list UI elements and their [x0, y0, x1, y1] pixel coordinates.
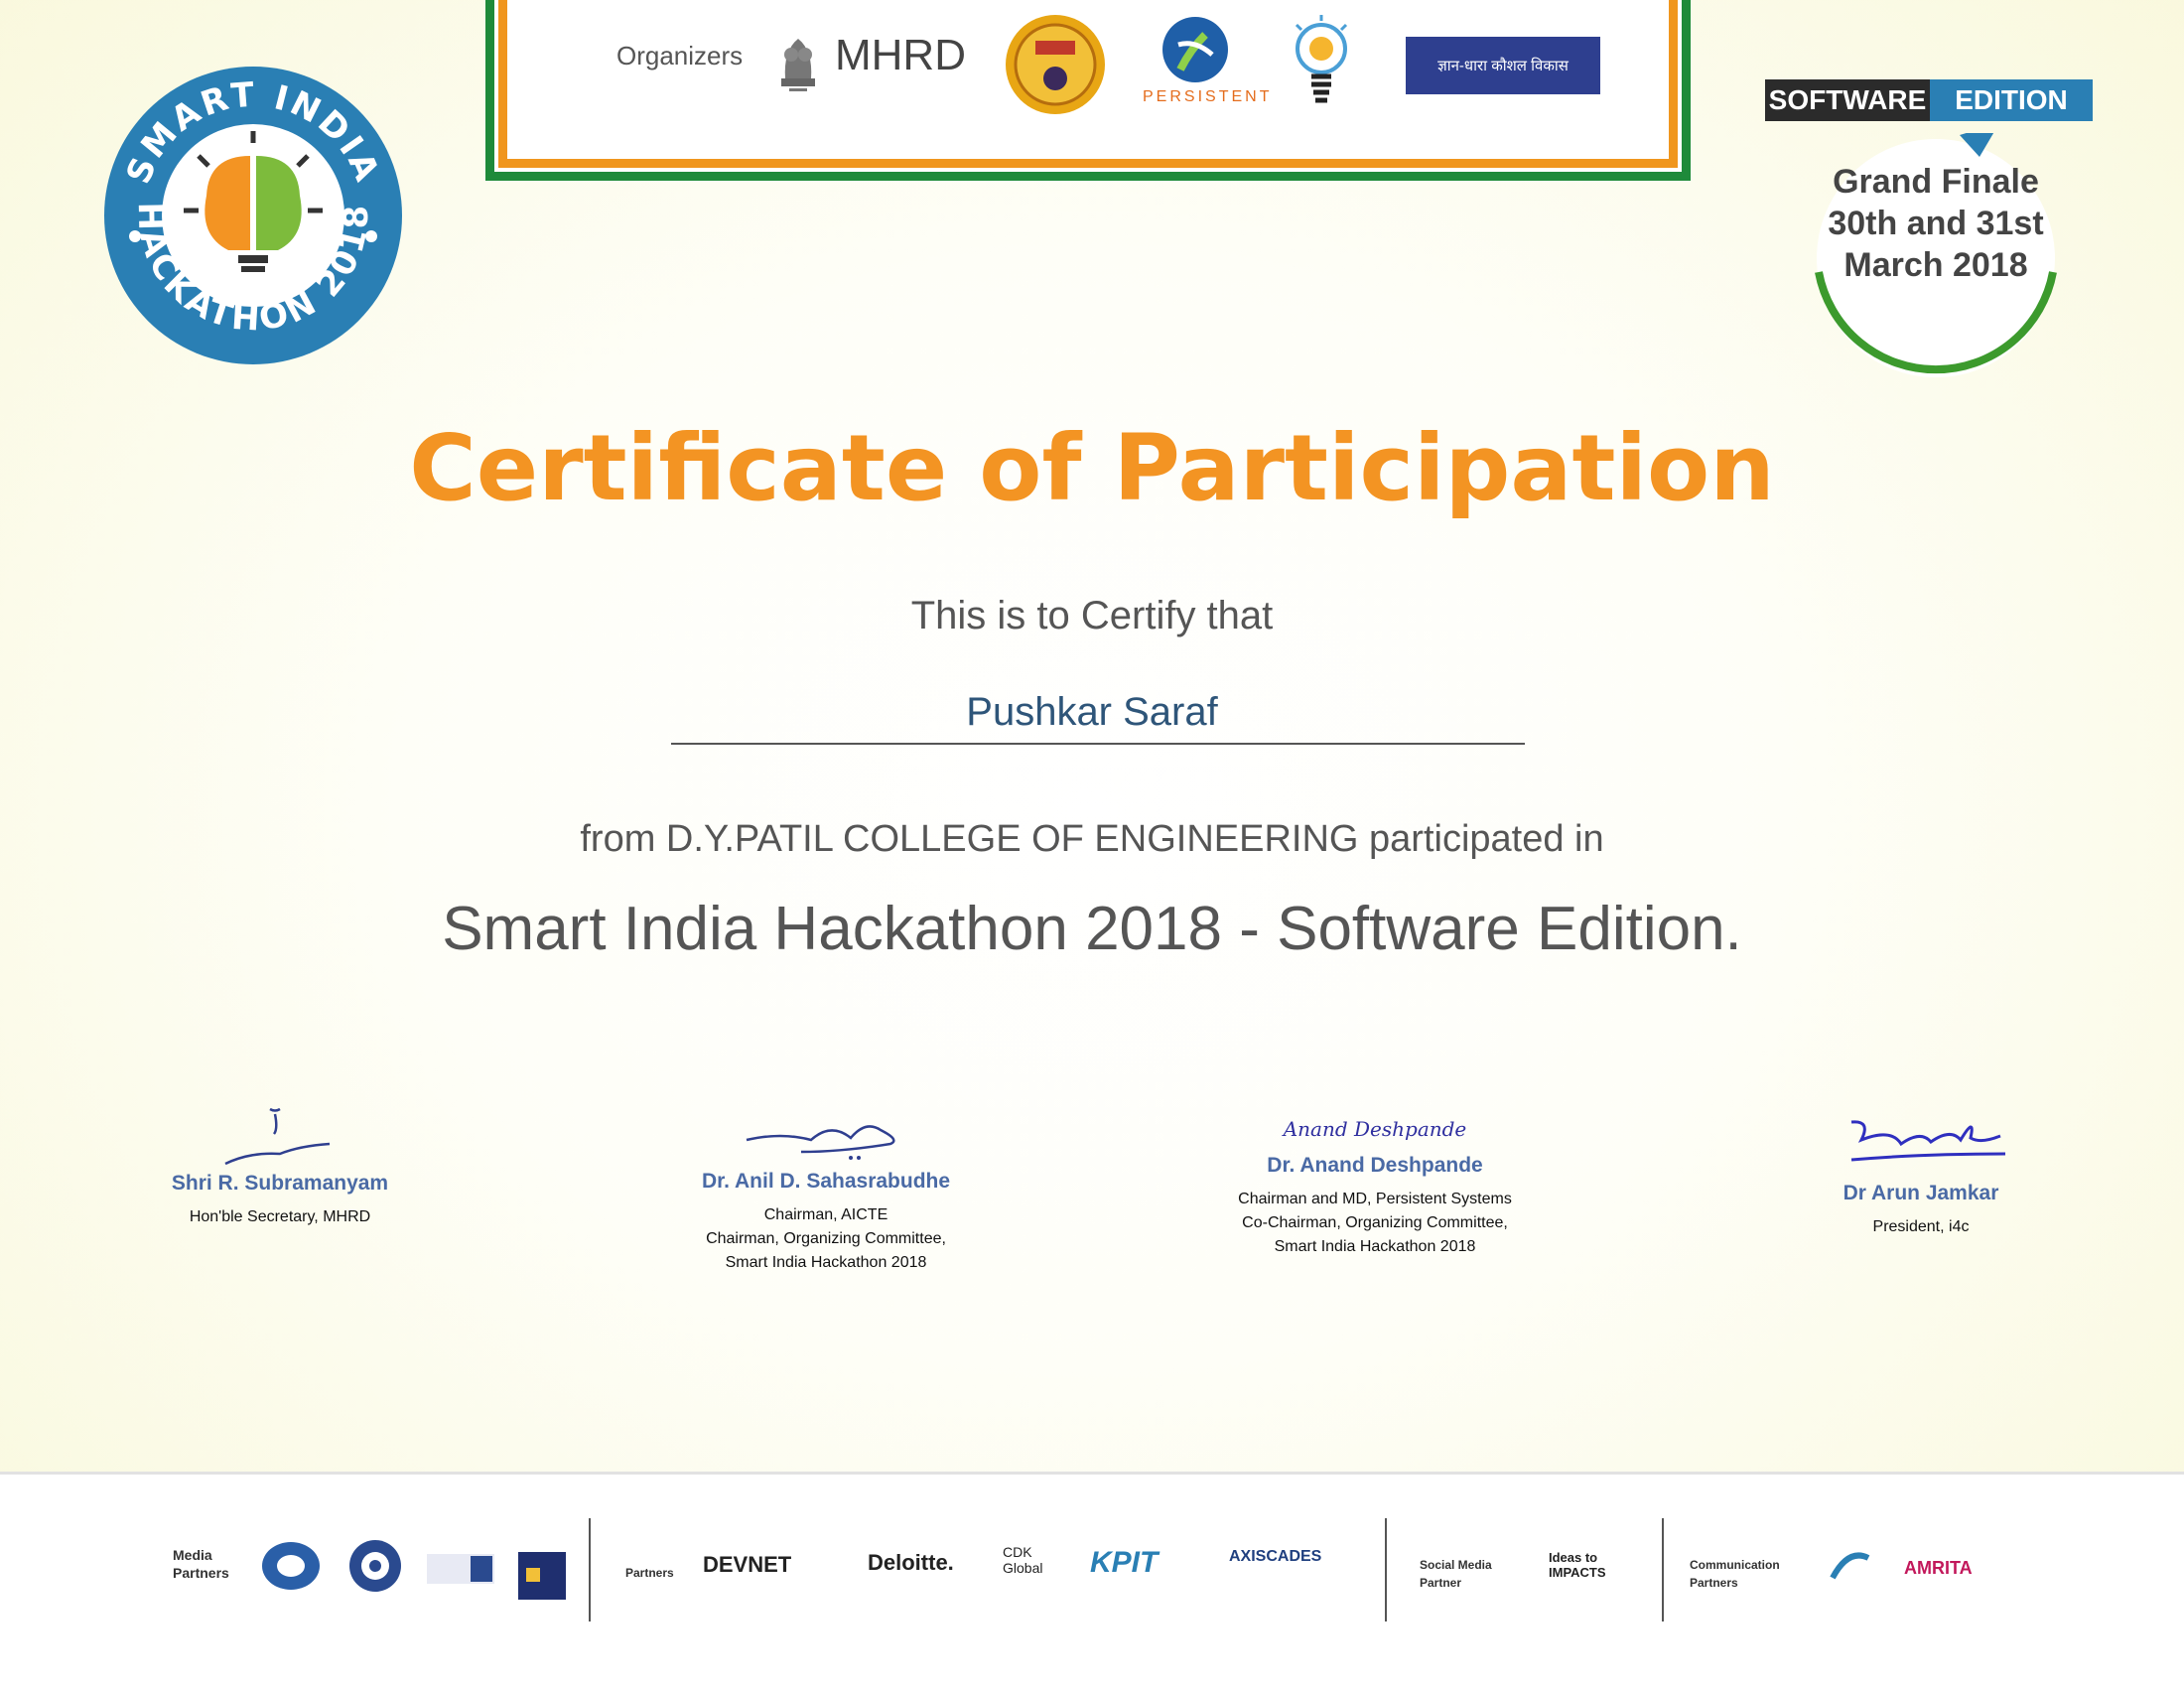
kpit-logo: KPIT	[1090, 1546, 1159, 1579]
smart-india-hackathon-logo: SMART INDIA HACKATHON 2018	[104, 67, 402, 364]
signatory-4: Dr Arun Jamkar President, i4c	[1787, 1110, 2055, 1239]
event-line: Smart India Hackathon 2018 - Software Ed…	[442, 895, 1742, 963]
signatory-4-name: Dr Arun Jamkar	[1843, 1182, 1999, 1204]
signatory-3-name: Dr. Anand Deshpande	[1267, 1154, 1483, 1177]
i4c-bulb-logo-icon	[1295, 15, 1348, 103]
grand-finale-dates: Grand Finale 30th and 31st March 2018	[1828, 163, 2044, 284]
signatory-1-role: Hon'ble Secretary, MHRD	[189, 1208, 371, 1225]
signatory-4-role: President, i4c	[1872, 1218, 1970, 1235]
edition-software-label: SOFTWARE	[1765, 79, 1930, 121]
national-emblem-icon	[781, 39, 815, 91]
amrita-logo: AMRITA	[1904, 1558, 1973, 1578]
certificate-title: Certificate of Participation	[409, 415, 1775, 521]
signatory-2: Dr. Anil D. Sahasrabudhe Chairman, AICTE…	[657, 1110, 995, 1275]
college-line: from D.Y.PATIL COLLEGE OF ENGINEERING pa…	[580, 818, 1604, 860]
media-partner-4-logo-icon	[518, 1552, 566, 1600]
signature-3-image: Anand Deshpande	[1283, 1117, 1467, 1141]
communication-partners-label: Communication Partners	[1690, 1558, 1780, 1590]
footer-divider-2	[1385, 1518, 1387, 1621]
name-underline	[671, 743, 1525, 745]
partners-label: Partners	[625, 1566, 674, 1580]
mhrd-logo-text: MHRD	[835, 31, 966, 79]
social-media-partner-label: Social Media Partner	[1420, 1558, 1492, 1590]
recipient-name: Pushkar Saraf	[966, 690, 1218, 734]
software-edition-badge: SOFTWARE EDITION Grand Finale 30th and 3…	[1765, 79, 2093, 377]
deloitte-logo: Deloitte.	[868, 1550, 954, 1575]
signatory-1: Shri R. Subramanyam Hon'ble Secretary, M…	[131, 1104, 429, 1229]
axiscades-logo: AXISCADES	[1229, 1548, 1322, 1565]
signatory-3-role: Chairman and MD, Persistent Systems Co-C…	[1238, 1191, 1512, 1255]
persistent-logo-icon	[1162, 17, 1228, 82]
edition-edition-label: EDITION	[1930, 79, 2093, 121]
kvk-logo: ज्ञान-धारा कौशल विकास	[1406, 37, 1600, 94]
cdk-global-logo: CDK Global	[1003, 1544, 1043, 1576]
organizers-banner-inner: Organizers MHRD PERSISTENT ज्ञान-धारा कौ…	[498, 0, 1678, 168]
signature-4-image	[1850, 1120, 2006, 1162]
comm-partner-logo-icon	[1830, 1552, 1870, 1580]
signatory-3: Anand Deshpande Dr. Anand Deshpande Chai…	[1191, 1104, 1559, 1259]
certify-line: This is to Certify that	[910, 594, 1274, 637]
footer-divider-3	[1662, 1518, 1664, 1621]
signatory-1-name: Shri R. Subramanyam	[171, 1172, 389, 1195]
doordarshan-logo-icon	[262, 1542, 320, 1590]
signature-2-image	[746, 1125, 895, 1160]
akashvani-logo-icon	[349, 1540, 401, 1592]
nic-logo-icon	[427, 1554, 494, 1584]
media-partners-label: Media Partners	[173, 1547, 229, 1581]
signature-1-image	[224, 1107, 331, 1166]
ideas-to-impacts-logo: Ideas to IMPACTS	[1549, 1550, 1606, 1580]
organizers-banner: Organizers MHRD PERSISTENT ज्ञान-धारा कौ…	[485, 0, 1691, 181]
persistent-logo-text: PERSISTENT	[1143, 88, 1273, 105]
aicte-logo-icon	[1006, 15, 1105, 114]
signatory-2-role: Chairman, AICTE Chairman, Organizing Com…	[706, 1206, 946, 1271]
signatory-2-name: Dr. Anil D. Sahasrabudhe	[701, 1170, 951, 1193]
devnet-logo: DEVNET	[703, 1552, 792, 1577]
organizers-label: Organizers	[616, 41, 744, 70]
partners-footer: Media Partners Partners DEVNET Deloitte.…	[0, 1472, 2184, 1691]
footer-divider-1	[589, 1518, 591, 1621]
